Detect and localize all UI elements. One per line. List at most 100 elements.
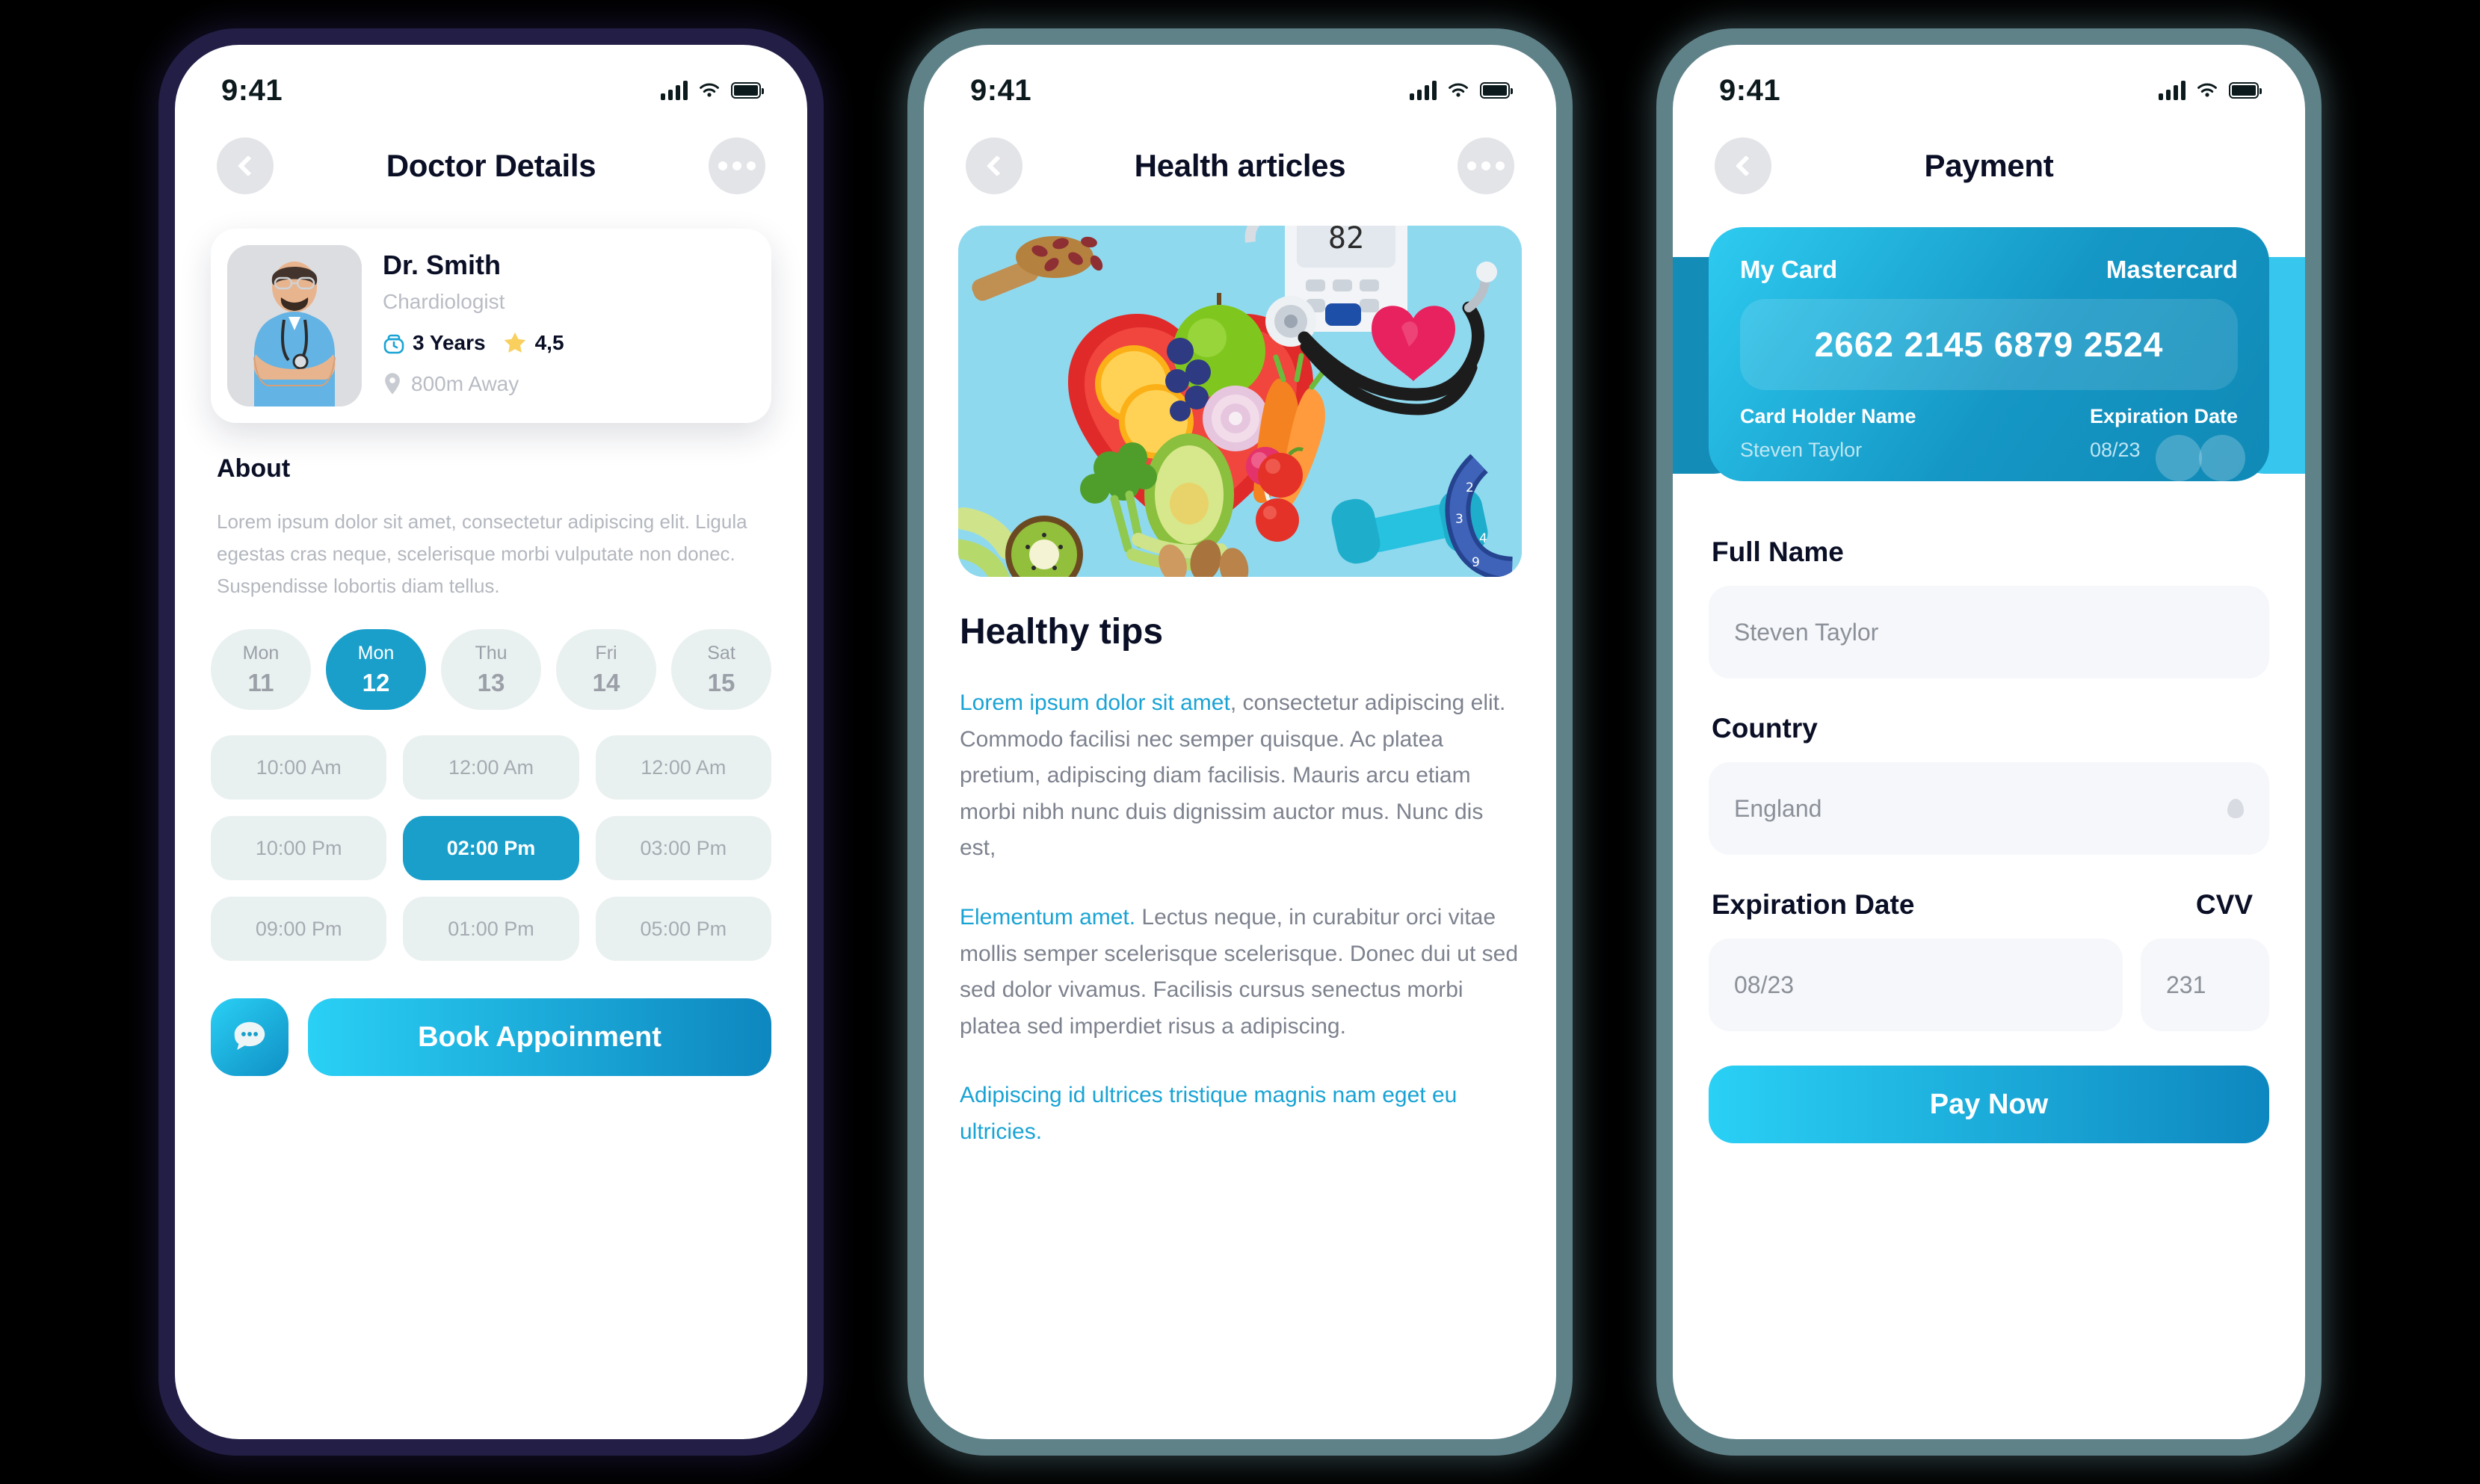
full-name-input[interactable]: Steven Taylor [1709,586,2269,678]
time-slot-pill[interactable]: 12:00 Am [403,735,579,800]
time-slot-pill[interactable]: 10:00 Pm [211,816,387,881]
time-slot-pill[interactable]: 10:00 Am [211,735,387,800]
status-time: 9:41 [1719,73,1781,107]
date-pill-dow: Thu [475,642,508,664]
country-select[interactable]: England [1709,762,2269,855]
credit-card[interactable]: My Card Mastercard 2662 2145 6879 2524 C… [1709,227,2269,481]
svg-text:9: 9 [1472,555,1480,570]
rating-meta: 4,5 [502,330,564,356]
cellular-bars-icon [661,81,688,100]
time-slot-pill[interactable]: 03:00 Pm [595,816,771,881]
cellular-bars-icon [1410,81,1437,100]
status-time: 9:41 [970,73,1032,107]
status-time: 9:41 [221,73,283,107]
country-label: Country [1712,713,1818,743]
date-pill-day: 11 [247,668,274,696]
cvv-input[interactable]: 231 [2141,939,2269,1031]
doctor-name: Dr. Smith [383,250,502,280]
date-pill-day: 15 [707,668,735,696]
nav-bar-doctor: Doctor Details [175,117,807,194]
star-icon [504,332,525,353]
battery-full-icon [731,82,764,99]
doctor-actions: Book Appoinment [211,998,771,1077]
time-slot-pill[interactable]: 12:00 Am [595,735,771,800]
experience-value: 3 Years [413,331,486,354]
cvv-label: CVV [2195,889,2253,920]
card-number-field[interactable]: 2662 2145 6879 2524 [1740,299,2238,390]
article-p1-rest: , consectetur adipiscing elit. Commodo f… [960,690,1506,861]
date-pill[interactable]: Mon 12 [326,629,426,711]
chevron-down-icon [2227,799,2244,818]
distance-meta: 800m Away [383,372,755,396]
rating-value: 4,5 [534,331,564,354]
article-link-2[interactable]: Elementum amet. [960,905,1135,930]
card-carousel[interactable]: My Card Mastercard 2662 2145 6879 2524 C… [1673,227,2305,502]
back-button[interactable] [966,137,1022,194]
svg-text:4: 4 [1479,531,1487,546]
article-heading: Healthy tips [960,612,1164,652]
time-slot-pill[interactable]: 09:00 Pm [211,897,387,962]
pay-now-button[interactable]: Pay Now [1709,1066,2269,1143]
svg-text:2: 2 [1466,480,1474,495]
date-pill-day: 14 [592,668,620,696]
chat-button[interactable] [211,998,289,1077]
expiry-cvv-labels: Expiration Date CVV [1712,889,2253,921]
card-holder-value: Steven Taylor [1740,439,1863,461]
experience-meta: 3 Years [383,331,486,355]
card-brand-label: Mastercard [2106,256,2238,283]
chevron-left-icon [237,155,259,177]
card-footer: Card Holder Name Steven Taylor Expiratio… [1740,405,2245,481]
about-text: Lorem ipsum dolor sit amet, consectetur … [217,510,747,598]
card-expiry-label: Expiration Date [2089,405,2238,427]
status-icons [1410,81,1513,100]
doctor-portrait-illustration [227,245,362,406]
time-slot-pill[interactable]: 01:00 Pm [403,897,579,962]
chevron-left-icon [986,155,1008,177]
healthy-food-photo-illustration: 82 23 49 [958,226,1522,577]
status-bar: 9:41 [924,45,1556,117]
date-pill[interactable]: Sat 15 [671,629,771,711]
date-pill-day: 13 [477,668,505,696]
time-slot-pill[interactable]: 05:00 Pm [595,897,771,962]
doctor-meta: 3 Years 4,5 [383,330,755,356]
doctor-info: Dr. Smith Chardiologist 3 Years 4,5 800m… [383,245,755,406]
date-pill[interactable]: Mon 11 [211,629,311,711]
phone-frame-doctor-details: 9:41 Doctor Details Dr. Smith Chardiolog… [158,28,824,1456]
book-appointment-button[interactable]: Book Appoinment [308,998,771,1077]
status-bar: 9:41 [1673,45,2305,117]
country-value: England [1734,794,1822,822]
time-slot-grid: 10:00 Am 12:00 Am 12:00 Am 10:00 Pm 02:00 Pm… [211,735,771,962]
article-paragraph-2: Elementum amet. Lectus neque, in curabit… [960,900,1520,1045]
about-heading: About [217,454,291,483]
map-pin-icon [385,373,400,395]
svg-text:3: 3 [1455,512,1463,527]
screen-health-articles: 9:41 Health articles 82 2 3 4 9 Healthy … [924,45,1556,1439]
avatar [227,245,362,406]
full-name-label: Full Name [1712,537,1844,567]
date-pill-dow: Mon [357,642,395,664]
card-header: My Card Mastercard [1740,256,2238,284]
back-button[interactable] [1715,137,1771,194]
more-options-button[interactable] [709,137,765,194]
date-pill[interactable]: Thu 13 [441,629,541,711]
more-horizontal-icon [718,161,756,170]
date-pill-day: 12 [362,668,390,696]
article-link-1[interactable]: Lorem ipsum dolor sit amet [960,690,1230,715]
expiration-date-input[interactable]: 08/23 [1709,939,2123,1031]
back-button[interactable] [217,137,274,194]
battery-full-icon [1480,82,1513,99]
time-slot-pill[interactable]: 02:00 Pm [403,816,579,881]
more-horizontal-icon [1466,161,1505,170]
distance-value: 800m Away [411,372,519,395]
mockup-stage: 9:41 Doctor Details Dr. Smith Chardiolog… [0,0,2480,1484]
chat-bubble-icon [234,1022,265,1051]
nav-bar-articles: Health articles [924,117,1556,194]
doctor-card[interactable]: Dr. Smith Chardiologist 3 Years 4,5 800m… [211,229,771,423]
phone-frame-payment: 9:41 Payment My Card Mastercard 2662 214… [1656,28,2322,1456]
expiration-date-label: Expiration Date [1712,889,1915,920]
status-bar: 9:41 [175,45,807,117]
card-title: My Card [1740,256,1838,283]
article-paragraph-3[interactable]: Adipiscing id ultrices tristique magnis … [960,1078,1520,1150]
date-pill[interactable]: Fri 14 [556,629,656,711]
more-options-button[interactable] [1457,137,1514,194]
